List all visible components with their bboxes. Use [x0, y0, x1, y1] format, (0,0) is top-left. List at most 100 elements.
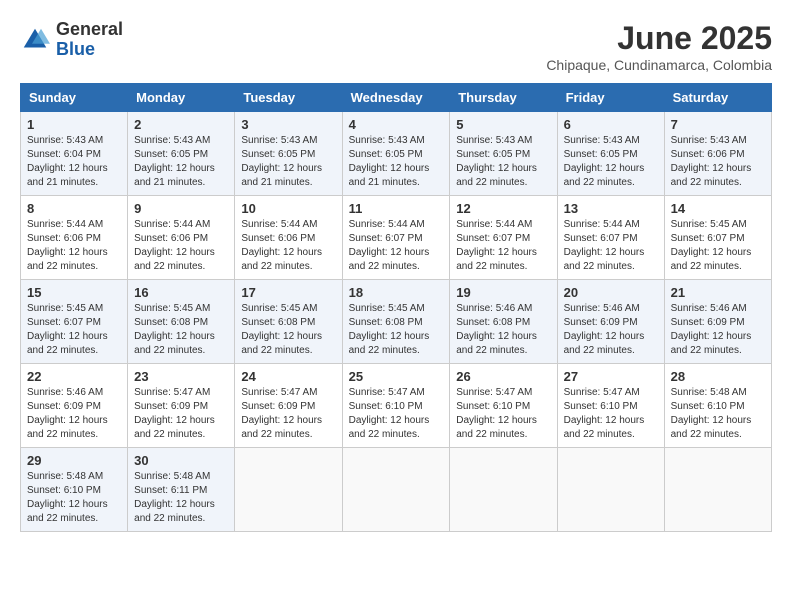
day-info: Sunrise: 5:44 AM Sunset: 6:06 PM Dayligh…	[134, 218, 228, 274]
day-of-week-header: Sunday	[21, 84, 128, 112]
day-of-week-header: Tuesday	[235, 84, 342, 112]
day-info: Sunrise: 5:44 AM Sunset: 6:07 PM Dayligh…	[456, 218, 550, 274]
day-info: Sunrise: 5:44 AM Sunset: 6:06 PM Dayligh…	[241, 218, 335, 274]
day-info: Sunrise: 5:45 AM Sunset: 6:08 PM Dayligh…	[349, 302, 444, 358]
calendar-day-cell: 14 Sunrise: 5:45 AM Sunset: 6:07 PM Dayl…	[664, 196, 771, 280]
calendar-day-cell: 2 Sunrise: 5:43 AM Sunset: 6:05 PM Dayli…	[128, 112, 235, 196]
day-info: Sunrise: 5:48 AM Sunset: 6:11 PM Dayligh…	[134, 470, 228, 526]
day-number: 17	[241, 285, 335, 300]
logo: General Blue	[20, 20, 123, 60]
calendar-day-cell: 17 Sunrise: 5:45 AM Sunset: 6:08 PM Dayl…	[235, 280, 342, 364]
calendar-week-row: 15 Sunrise: 5:45 AM Sunset: 6:07 PM Dayl…	[21, 280, 772, 364]
day-info: Sunrise: 5:45 AM Sunset: 6:07 PM Dayligh…	[671, 218, 765, 274]
calendar-day-cell: 25 Sunrise: 5:47 AM Sunset: 6:10 PM Dayl…	[342, 364, 450, 448]
calendar-day-cell: 30 Sunrise: 5:48 AM Sunset: 6:11 PM Dayl…	[128, 448, 235, 532]
day-number: 6	[564, 117, 658, 132]
day-info: Sunrise: 5:45 AM Sunset: 6:08 PM Dayligh…	[241, 302, 335, 358]
calendar-day-cell: 10 Sunrise: 5:44 AM Sunset: 6:06 PM Dayl…	[235, 196, 342, 280]
calendar-day-cell: 3 Sunrise: 5:43 AM Sunset: 6:05 PM Dayli…	[235, 112, 342, 196]
calendar-day-cell: 12 Sunrise: 5:44 AM Sunset: 6:07 PM Dayl…	[450, 196, 557, 280]
calendar-day-cell: 28 Sunrise: 5:48 AM Sunset: 6:10 PM Dayl…	[664, 364, 771, 448]
calendar-day-cell: 6 Sunrise: 5:43 AM Sunset: 6:05 PM Dayli…	[557, 112, 664, 196]
day-info: Sunrise: 5:43 AM Sunset: 6:05 PM Dayligh…	[456, 134, 550, 190]
calendar-day-cell	[235, 448, 342, 532]
day-number: 10	[241, 201, 335, 216]
day-number: 14	[671, 201, 765, 216]
day-number: 24	[241, 369, 335, 384]
day-info: Sunrise: 5:46 AM Sunset: 6:09 PM Dayligh…	[671, 302, 765, 358]
day-number: 12	[456, 201, 550, 216]
day-number: 4	[349, 117, 444, 132]
day-of-week-header: Saturday	[664, 84, 771, 112]
day-info: Sunrise: 5:48 AM Sunset: 6:10 PM Dayligh…	[671, 386, 765, 442]
calendar-day-cell: 22 Sunrise: 5:46 AM Sunset: 6:09 PM Dayl…	[21, 364, 128, 448]
calendar-header-row: SundayMondayTuesdayWednesdayThursdayFrid…	[21, 84, 772, 112]
day-number: 27	[564, 369, 658, 384]
calendar-day-cell: 7 Sunrise: 5:43 AM Sunset: 6:06 PM Dayli…	[664, 112, 771, 196]
day-number: 9	[134, 201, 228, 216]
day-number: 23	[134, 369, 228, 384]
day-of-week-header: Monday	[128, 84, 235, 112]
day-number: 26	[456, 369, 550, 384]
day-info: Sunrise: 5:43 AM Sunset: 6:05 PM Dayligh…	[349, 134, 444, 190]
calendar-day-cell: 13 Sunrise: 5:44 AM Sunset: 6:07 PM Dayl…	[557, 196, 664, 280]
day-info: Sunrise: 5:43 AM Sunset: 6:05 PM Dayligh…	[241, 134, 335, 190]
day-number: 28	[671, 369, 765, 384]
calendar-day-cell: 26 Sunrise: 5:47 AM Sunset: 6:10 PM Dayl…	[450, 364, 557, 448]
day-info: Sunrise: 5:47 AM Sunset: 6:09 PM Dayligh…	[241, 386, 335, 442]
calendar-day-cell: 11 Sunrise: 5:44 AM Sunset: 6:07 PM Dayl…	[342, 196, 450, 280]
day-info: Sunrise: 5:47 AM Sunset: 6:10 PM Dayligh…	[564, 386, 658, 442]
calendar-day-cell: 24 Sunrise: 5:47 AM Sunset: 6:09 PM Dayl…	[235, 364, 342, 448]
day-info: Sunrise: 5:46 AM Sunset: 6:08 PM Dayligh…	[456, 302, 550, 358]
calendar-week-row: 8 Sunrise: 5:44 AM Sunset: 6:06 PM Dayli…	[21, 196, 772, 280]
day-number: 25	[349, 369, 444, 384]
day-info: Sunrise: 5:43 AM Sunset: 6:05 PM Dayligh…	[134, 134, 228, 190]
calendar-day-cell: 27 Sunrise: 5:47 AM Sunset: 6:10 PM Dayl…	[557, 364, 664, 448]
day-number: 7	[671, 117, 765, 132]
day-info: Sunrise: 5:47 AM Sunset: 6:09 PM Dayligh…	[134, 386, 228, 442]
day-info: Sunrise: 5:45 AM Sunset: 6:07 PM Dayligh…	[27, 302, 121, 358]
calendar-day-cell	[664, 448, 771, 532]
day-number: 2	[134, 117, 228, 132]
calendar-day-cell: 15 Sunrise: 5:45 AM Sunset: 6:07 PM Dayl…	[21, 280, 128, 364]
day-number: 18	[349, 285, 444, 300]
month-title: June 2025	[546, 20, 772, 57]
calendar-day-cell: 23 Sunrise: 5:47 AM Sunset: 6:09 PM Dayl…	[128, 364, 235, 448]
day-info: Sunrise: 5:48 AM Sunset: 6:10 PM Dayligh…	[27, 470, 121, 526]
day-number: 21	[671, 285, 765, 300]
calendar-day-cell: 8 Sunrise: 5:44 AM Sunset: 6:06 PM Dayli…	[21, 196, 128, 280]
day-info: Sunrise: 5:44 AM Sunset: 6:06 PM Dayligh…	[27, 218, 121, 274]
day-of-week-header: Friday	[557, 84, 664, 112]
calendar-day-cell	[342, 448, 450, 532]
calendar-day-cell: 29 Sunrise: 5:48 AM Sunset: 6:10 PM Dayl…	[21, 448, 128, 532]
calendar-day-cell: 4 Sunrise: 5:43 AM Sunset: 6:05 PM Dayli…	[342, 112, 450, 196]
day-number: 5	[456, 117, 550, 132]
day-number: 16	[134, 285, 228, 300]
logo-icon	[20, 25, 50, 55]
day-number: 1	[27, 117, 121, 132]
day-info: Sunrise: 5:45 AM Sunset: 6:08 PM Dayligh…	[134, 302, 228, 358]
title-section: June 2025 Chipaque, Cundinamarca, Colomb…	[546, 20, 772, 73]
day-info: Sunrise: 5:43 AM Sunset: 6:06 PM Dayligh…	[671, 134, 765, 190]
day-info: Sunrise: 5:43 AM Sunset: 6:04 PM Dayligh…	[27, 134, 121, 190]
day-info: Sunrise: 5:43 AM Sunset: 6:05 PM Dayligh…	[564, 134, 658, 190]
calendar-day-cell	[557, 448, 664, 532]
page-header: General Blue June 2025 Chipaque, Cundina…	[20, 20, 772, 73]
day-info: Sunrise: 5:47 AM Sunset: 6:10 PM Dayligh…	[349, 386, 444, 442]
calendar-table: SundayMondayTuesdayWednesdayThursdayFrid…	[20, 83, 772, 532]
day-number: 15	[27, 285, 121, 300]
day-of-week-header: Wednesday	[342, 84, 450, 112]
calendar-day-cell: 18 Sunrise: 5:45 AM Sunset: 6:08 PM Dayl…	[342, 280, 450, 364]
day-number: 29	[27, 453, 121, 468]
calendar-day-cell: 9 Sunrise: 5:44 AM Sunset: 6:06 PM Dayli…	[128, 196, 235, 280]
day-info: Sunrise: 5:44 AM Sunset: 6:07 PM Dayligh…	[349, 218, 444, 274]
day-number: 30	[134, 453, 228, 468]
day-number: 3	[241, 117, 335, 132]
calendar-week-row: 1 Sunrise: 5:43 AM Sunset: 6:04 PM Dayli…	[21, 112, 772, 196]
calendar-day-cell: 1 Sunrise: 5:43 AM Sunset: 6:04 PM Dayli…	[21, 112, 128, 196]
day-number: 8	[27, 201, 121, 216]
day-info: Sunrise: 5:46 AM Sunset: 6:09 PM Dayligh…	[27, 386, 121, 442]
day-info: Sunrise: 5:46 AM Sunset: 6:09 PM Dayligh…	[564, 302, 658, 358]
day-number: 13	[564, 201, 658, 216]
logo-text: General Blue	[56, 20, 123, 60]
